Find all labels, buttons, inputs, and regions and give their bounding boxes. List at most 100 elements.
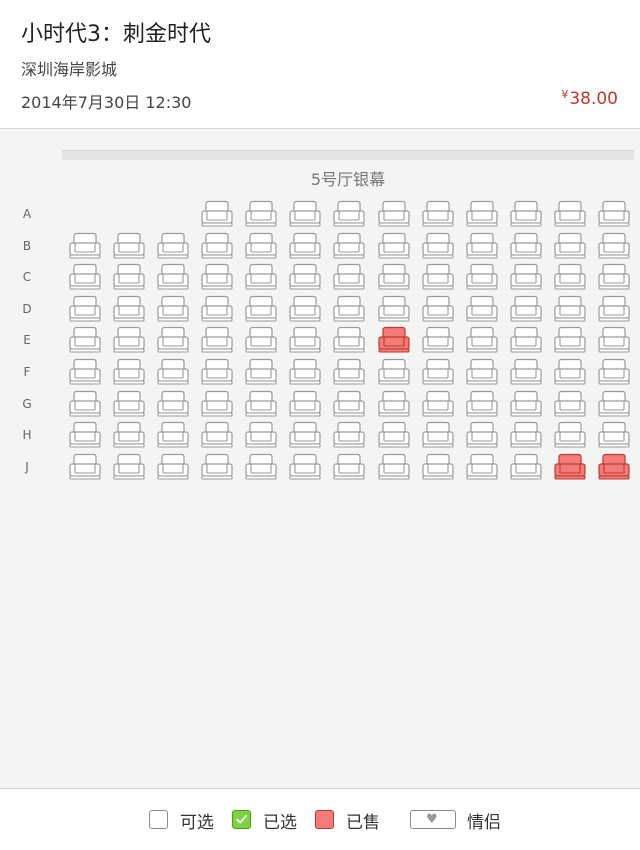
seat-f-10-available[interactable] (466, 358, 498, 385)
seat-j-4-available[interactable] (201, 453, 233, 480)
seat-c-4-available[interactable] (201, 263, 233, 290)
seat-b-9-available[interactable] (422, 232, 454, 259)
seat-j-10-available[interactable] (466, 453, 498, 480)
seat-e-5-available[interactable] (245, 326, 277, 353)
seat-e-11-available[interactable] (510, 326, 542, 353)
seat-j-7-available[interactable] (333, 453, 365, 480)
seat-b-4-available[interactable] (201, 232, 233, 259)
seat-g-4-available[interactable] (201, 390, 233, 417)
seat-d-8-available[interactable] (378, 295, 410, 322)
seat-h-5-available[interactable] (245, 421, 277, 448)
seat-a-13-available[interactable] (598, 200, 630, 227)
seat-b-7-available[interactable] (333, 232, 365, 259)
seat-a-6-available[interactable] (289, 200, 321, 227)
seat-g-2-available[interactable] (113, 390, 145, 417)
seat-h-11-available[interactable] (510, 421, 542, 448)
seat-b-13-available[interactable] (598, 232, 630, 259)
seat-d-5-available[interactable] (245, 295, 277, 322)
seat-d-3-available[interactable] (157, 295, 189, 322)
seat-b-8-available[interactable] (378, 232, 410, 259)
seat-h-2-available[interactable] (113, 421, 145, 448)
seat-a-7-available[interactable] (333, 200, 365, 227)
seat-c-12-available[interactable] (554, 263, 586, 290)
seat-g-10-available[interactable] (466, 390, 498, 417)
seat-d-4-available[interactable] (201, 295, 233, 322)
seat-h-12-available[interactable] (554, 421, 586, 448)
seat-a-5-available[interactable] (245, 200, 277, 227)
seat-c-5-available[interactable] (245, 263, 277, 290)
seat-c-3-available[interactable] (157, 263, 189, 290)
seat-e-9-available[interactable] (422, 326, 454, 353)
seat-g-12-available[interactable] (554, 390, 586, 417)
seat-g-11-available[interactable] (510, 390, 542, 417)
seat-c-2-available[interactable] (113, 263, 145, 290)
seat-c-8-available[interactable] (378, 263, 410, 290)
seat-j-6-available[interactable] (289, 453, 321, 480)
seat-g-7-available[interactable] (333, 390, 365, 417)
seat-a-9-available[interactable] (422, 200, 454, 227)
seat-f-11-available[interactable] (510, 358, 542, 385)
seat-b-3-available[interactable] (157, 232, 189, 259)
seat-a-4-available[interactable] (201, 200, 233, 227)
seat-d-2-available[interactable] (113, 295, 145, 322)
seat-b-6-available[interactable] (289, 232, 321, 259)
seat-e-7-available[interactable] (333, 326, 365, 353)
seat-d-6-available[interactable] (289, 295, 321, 322)
seat-g-9-available[interactable] (422, 390, 454, 417)
seat-a-12-available[interactable] (554, 200, 586, 227)
seat-d-11-available[interactable] (510, 295, 542, 322)
seat-a-8-available[interactable] (378, 200, 410, 227)
seat-d-9-available[interactable] (422, 295, 454, 322)
seat-f-4-available[interactable] (201, 358, 233, 385)
seat-e-12-available[interactable] (554, 326, 586, 353)
seat-d-1-available[interactable] (69, 295, 101, 322)
seat-d-10-available[interactable] (466, 295, 498, 322)
seat-c-9-available[interactable] (422, 263, 454, 290)
seat-f-7-available[interactable] (333, 358, 365, 385)
seat-e-3-available[interactable] (157, 326, 189, 353)
seat-b-11-available[interactable] (510, 232, 542, 259)
seat-g-3-available[interactable] (157, 390, 189, 417)
seat-e-6-available[interactable] (289, 326, 321, 353)
seat-b-10-available[interactable] (466, 232, 498, 259)
seat-b-1-available[interactable] (69, 232, 101, 259)
seat-f-6-available[interactable] (289, 358, 321, 385)
seat-c-11-available[interactable] (510, 263, 542, 290)
seat-e-4-available[interactable] (201, 326, 233, 353)
seat-j-3-available[interactable] (157, 453, 189, 480)
seat-h-1-available[interactable] (69, 421, 101, 448)
seat-h-6-available[interactable] (289, 421, 321, 448)
seat-h-3-available[interactable] (157, 421, 189, 448)
seat-j-9-available[interactable] (422, 453, 454, 480)
seat-c-10-available[interactable] (466, 263, 498, 290)
seat-j-11-available[interactable] (510, 453, 542, 480)
seat-c-6-available[interactable] (289, 263, 321, 290)
seat-g-13-available[interactable] (598, 390, 630, 417)
seat-f-8-available[interactable] (378, 358, 410, 385)
seat-b-12-available[interactable] (554, 232, 586, 259)
seat-f-13-available[interactable] (598, 358, 630, 385)
seat-d-12-available[interactable] (554, 295, 586, 322)
seat-h-4-available[interactable] (201, 421, 233, 448)
seat-e-13-available[interactable] (598, 326, 630, 353)
seat-f-1-available[interactable] (69, 358, 101, 385)
seat-e-1-available[interactable] (69, 326, 101, 353)
seat-j-5-available[interactable] (245, 453, 277, 480)
seat-d-13-available[interactable] (598, 295, 630, 322)
seat-f-9-available[interactable] (422, 358, 454, 385)
seat-g-5-available[interactable] (245, 390, 277, 417)
seat-e-2-available[interactable] (113, 326, 145, 353)
seat-h-10-available[interactable] (466, 421, 498, 448)
seat-j-2-available[interactable] (113, 453, 145, 480)
seat-g-1-available[interactable] (69, 390, 101, 417)
seat-g-8-available[interactable] (378, 390, 410, 417)
seat-f-3-available[interactable] (157, 358, 189, 385)
seat-a-10-available[interactable] (466, 200, 498, 227)
seat-e-10-available[interactable] (466, 326, 498, 353)
seat-h-13-available[interactable] (598, 421, 630, 448)
seat-b-5-available[interactable] (245, 232, 277, 259)
seat-d-7-available[interactable] (333, 295, 365, 322)
seat-c-13-available[interactable] (598, 263, 630, 290)
seat-f-2-available[interactable] (113, 358, 145, 385)
seat-j-8-available[interactable] (378, 453, 410, 480)
